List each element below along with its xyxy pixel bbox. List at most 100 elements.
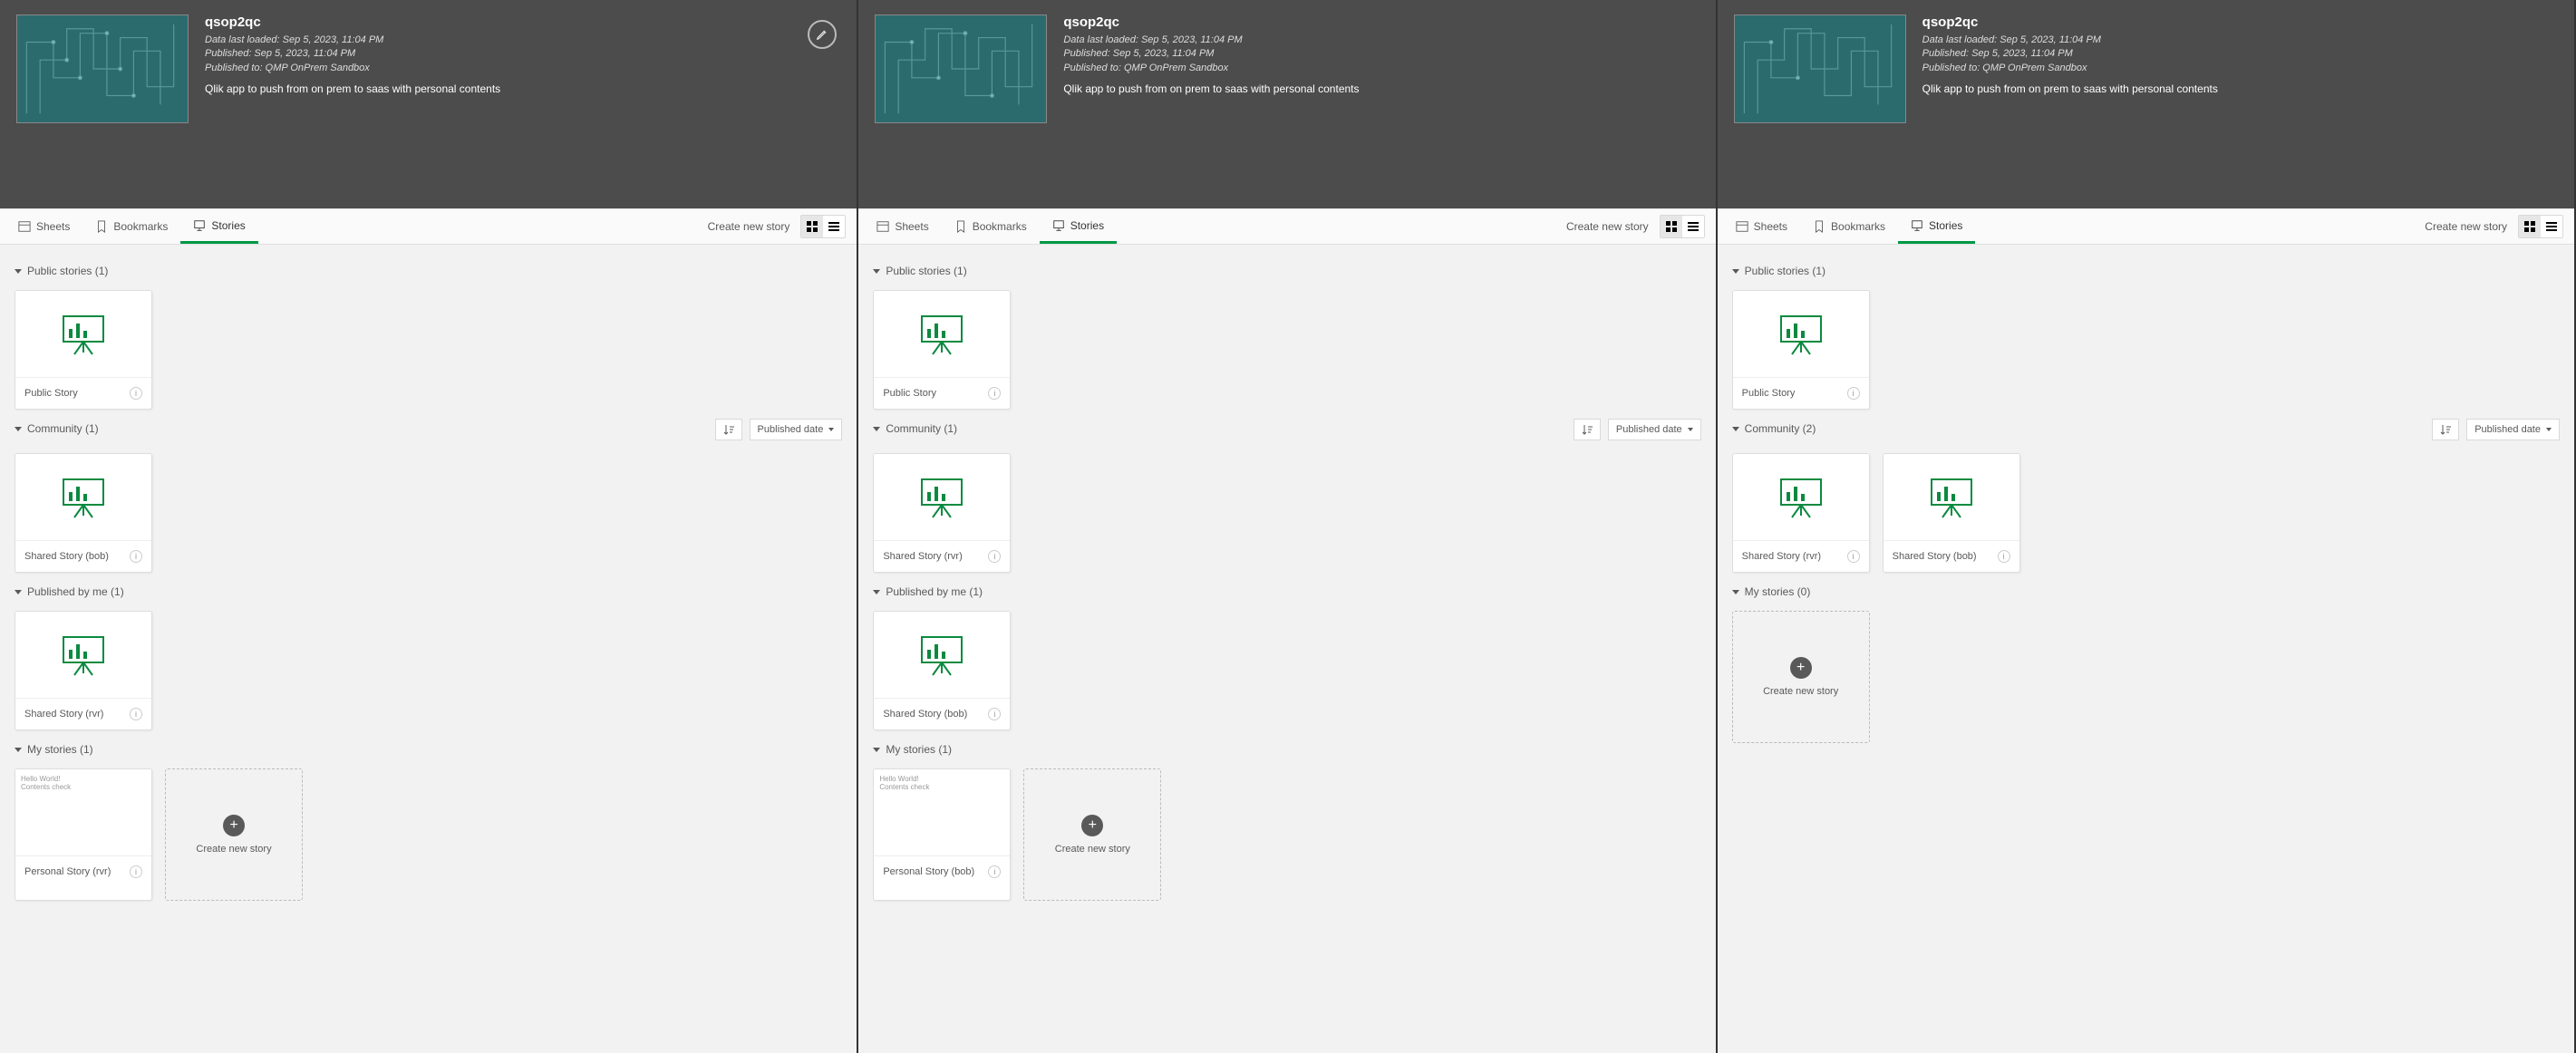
easel-icon bbox=[58, 633, 109, 677]
section-public-label: Public stories (1) bbox=[886, 265, 966, 277]
story-card[interactable]: Hello World! Contents check Personal Sto… bbox=[15, 768, 152, 901]
tab-bookmarks[interactable]: Bookmarks bbox=[1800, 209, 1898, 244]
section-my-stories-header[interactable]: My stories (1) bbox=[873, 743, 1700, 756]
tab-stories-label: Stories bbox=[1070, 219, 1104, 232]
grid-view-button[interactable] bbox=[2519, 216, 2541, 237]
info-icon[interactable]: i bbox=[988, 387, 1001, 400]
story-card[interactable]: Public Story i bbox=[1732, 290, 1870, 410]
story-card[interactable]: Hello World! Contents check Personal Sto… bbox=[873, 768, 1011, 901]
info-icon[interactable]: i bbox=[988, 865, 1001, 878]
grid-view-button[interactable] bbox=[801, 216, 823, 237]
info-icon[interactable]: i bbox=[1847, 550, 1860, 563]
info-icon[interactable]: i bbox=[988, 708, 1001, 720]
section-public-header[interactable]: Public stories (1) bbox=[873, 265, 1700, 277]
story-card[interactable]: Shared Story (bob) i bbox=[15, 453, 152, 573]
sort-field-dropdown[interactable]: Published date bbox=[1608, 419, 1701, 440]
info-icon[interactable]: i bbox=[1998, 550, 2010, 563]
card-thumb bbox=[874, 612, 1010, 699]
section-my-stories-header[interactable]: My stories (0) bbox=[1732, 585, 2560, 598]
card-footer: Shared Story (bob) i bbox=[874, 699, 1010, 729]
tab-sheets-label: Sheets bbox=[895, 220, 928, 233]
info-icon[interactable]: i bbox=[130, 708, 142, 720]
story-card[interactable]: Shared Story (rvr) i bbox=[15, 611, 152, 730]
section-public-header[interactable]: Public stories (1) bbox=[15, 265, 842, 277]
story-card[interactable]: Shared Story (bob) i bbox=[1883, 453, 2020, 573]
section-published-by-me-header[interactable]: Published by me (1) bbox=[15, 585, 842, 598]
card-thumb bbox=[1733, 454, 1869, 541]
grid-icon bbox=[2524, 221, 2535, 232]
tab-bookmarks-label: Bookmarks bbox=[973, 220, 1027, 233]
sort-direction-button[interactable] bbox=[715, 419, 742, 440]
create-story-card[interactable]: + Create new story bbox=[1023, 768, 1161, 901]
card-thumb bbox=[15, 454, 151, 541]
easel-icon bbox=[1776, 313, 1826, 356]
panel-2: qsop2qc Data last loaded: Sep 5, 2023, 1… bbox=[858, 0, 1717, 1053]
chevron-down-icon bbox=[828, 428, 834, 431]
sort-direction-button[interactable] bbox=[2432, 419, 2459, 440]
tab-bookmarks[interactable]: Bookmarks bbox=[942, 209, 1040, 244]
list-view-button[interactable] bbox=[2541, 216, 2562, 237]
tab-stories[interactable]: Stories bbox=[1898, 209, 1975, 244]
sort-bar: Published date bbox=[15, 419, 842, 440]
plus-icon: + bbox=[1081, 815, 1103, 836]
easel-icon bbox=[916, 633, 967, 677]
sort-icon bbox=[2440, 424, 2451, 435]
create-new-story-link[interactable]: Create new story bbox=[697, 220, 801, 233]
thumb-text-line: Hello World! bbox=[21, 775, 60, 783]
bookmark-icon bbox=[1813, 220, 1825, 233]
tab-stories[interactable]: Stories bbox=[1040, 209, 1117, 244]
section-published-by-me-header[interactable]: Published by me (1) bbox=[873, 585, 1700, 598]
info-icon[interactable]: i bbox=[1847, 387, 1860, 400]
tab-bar: Sheets Bookmarks Stories Create new stor… bbox=[1718, 208, 2574, 245]
easel-icon bbox=[1776, 476, 1826, 519]
section-public: Public stories (1) Public Story i bbox=[1732, 265, 2560, 410]
stories-icon bbox=[1911, 219, 1923, 232]
chevron-down-icon bbox=[15, 269, 22, 274]
meta-loaded: Data last loaded: Sep 5, 2023, 11:04 PM bbox=[205, 34, 500, 47]
list-view-button[interactable] bbox=[823, 216, 845, 237]
create-story-card[interactable]: + Create new story bbox=[165, 768, 303, 901]
sort-field-label: Published date bbox=[758, 424, 824, 435]
tab-sheets[interactable]: Sheets bbox=[864, 209, 941, 244]
chevron-down-icon bbox=[873, 427, 880, 431]
story-card[interactable]: Shared Story (rvr) i bbox=[873, 453, 1011, 573]
story-card[interactable]: Public Story i bbox=[15, 290, 152, 410]
grid-view-button[interactable] bbox=[1661, 216, 1682, 237]
create-story-label: Create new story bbox=[1055, 844, 1130, 855]
info-icon[interactable]: i bbox=[130, 550, 142, 563]
story-card[interactable]: Public Story i bbox=[873, 290, 1011, 410]
meta-published-to: Published to: QMP OnPrem Sandbox bbox=[205, 62, 500, 75]
tab-sheets[interactable]: Sheets bbox=[1723, 209, 1800, 244]
create-new-story-link[interactable]: Create new story bbox=[2414, 220, 2518, 233]
thumb-text-line: Hello World! bbox=[879, 775, 918, 783]
card-thumb bbox=[874, 454, 1010, 541]
section-public-header[interactable]: Public stories (1) bbox=[1732, 265, 2560, 277]
content-area: Public stories (1) Public Story i Commun… bbox=[0, 245, 857, 1053]
sort-field-dropdown[interactable]: Published date bbox=[2466, 419, 2560, 440]
chevron-down-icon bbox=[15, 590, 22, 594]
card-footer: Personal Story (rvr) i bbox=[15, 856, 151, 887]
chevron-down-icon bbox=[873, 590, 880, 594]
story-card[interactable]: Shared Story (bob) i bbox=[873, 611, 1011, 730]
tab-sheets[interactable]: Sheets bbox=[5, 209, 82, 244]
info-icon[interactable]: i bbox=[988, 550, 1001, 563]
sort-direction-button[interactable] bbox=[1574, 419, 1601, 440]
edit-button[interactable] bbox=[808, 20, 837, 49]
story-card[interactable]: Shared Story (rvr) i bbox=[1732, 453, 1870, 573]
info-icon[interactable]: i bbox=[130, 387, 142, 400]
sort-field-dropdown[interactable]: Published date bbox=[750, 419, 843, 440]
chevron-down-icon bbox=[873, 269, 880, 274]
plus-icon: + bbox=[223, 815, 245, 836]
info-icon[interactable]: i bbox=[130, 865, 142, 878]
tab-stories[interactable]: Stories bbox=[180, 209, 257, 244]
tab-bookmarks[interactable]: Bookmarks bbox=[82, 209, 180, 244]
app-thumbnail bbox=[875, 14, 1047, 123]
section-community-label: Community (2) bbox=[1745, 422, 1816, 435]
card-footer: Shared Story (rvr) i bbox=[1733, 541, 1869, 572]
create-new-story-link[interactable]: Create new story bbox=[1555, 220, 1660, 233]
pencil-icon bbox=[816, 28, 828, 41]
list-view-button[interactable] bbox=[1682, 216, 1704, 237]
create-story-card[interactable]: + Create new story bbox=[1732, 611, 1870, 743]
section-my-stories-header[interactable]: My stories (1) bbox=[15, 743, 842, 756]
meta-published-to: Published to: QMP OnPrem Sandbox bbox=[1922, 62, 2218, 75]
